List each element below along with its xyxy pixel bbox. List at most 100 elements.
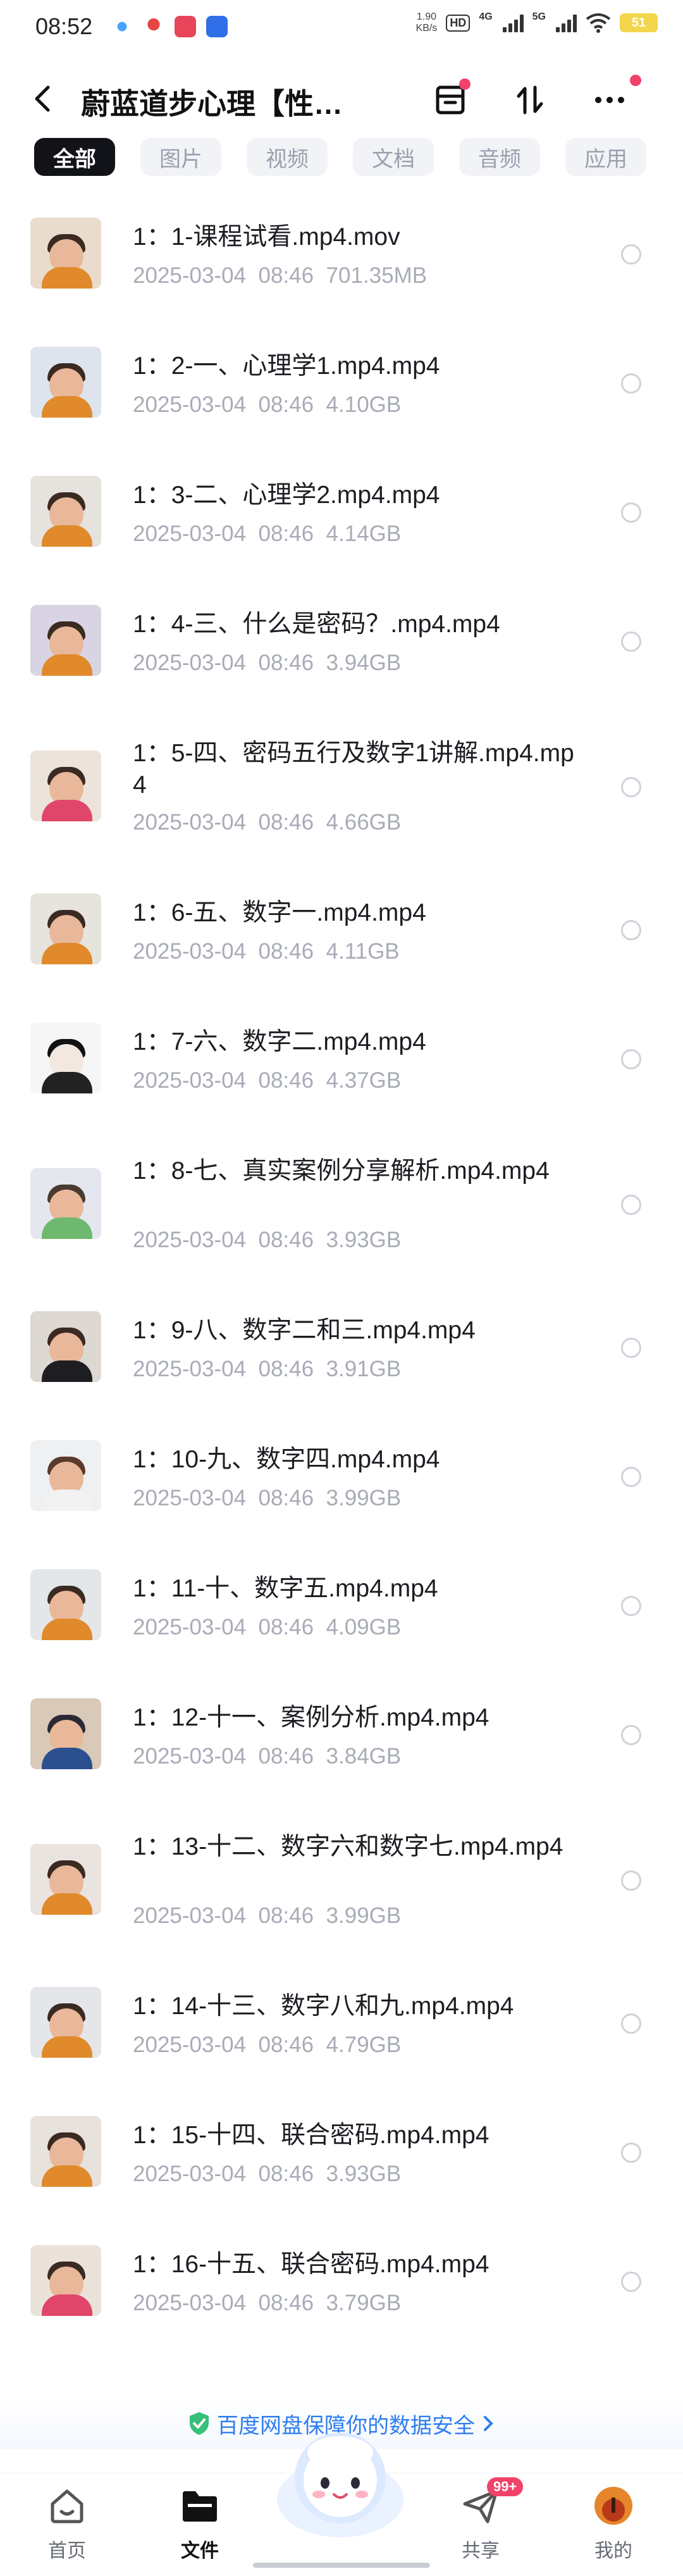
file-name: 1：9-八、数字二和三.mp4.mp4 xyxy=(133,1317,476,1344)
app-notify-red-icon xyxy=(175,16,197,37)
nav-share-label: 共享 xyxy=(462,2541,500,2561)
file-name: 1：3-二、心理学2.mp4.mp4 xyxy=(133,482,440,509)
file-meta: 2025-03-04 08:46 3.79GB xyxy=(133,2291,402,2315)
nav-mine[interactable]: 我的 xyxy=(569,2485,658,2563)
nav-mine-label: 我的 xyxy=(594,2541,632,2561)
assistant-mascot-icon[interactable] xyxy=(272,2417,409,2544)
file-meta: 2025-03-04 08:46 3.99GB xyxy=(133,1903,402,1928)
file-meta: 2025-03-04 08:46 4.66GB xyxy=(133,810,402,835)
network-speed: 1.90 KB/s xyxy=(415,11,438,34)
list-item[interactable]: 1：10-九、数字四.mp4.mp4 2025-03-04 08:46 3.99… xyxy=(0,1425,683,1539)
file-meta: 2025-03-04 08:46 4.37GB xyxy=(133,1068,402,1093)
list-item[interactable]: 1：7-六、数字二.mp4.mp4 2025-03-04 08:46 4.37G… xyxy=(0,1007,683,1121)
file-name: 1：10-九、数字四.mp4.mp4 xyxy=(133,1446,440,1473)
video-thumbnail xyxy=(30,1023,101,1093)
tab-videos[interactable]: 视频 xyxy=(247,138,328,176)
file-meta: 2025-03-04 08:46 701.35MB xyxy=(133,263,428,288)
select-checkbox[interactable] xyxy=(621,2013,641,2034)
battery-icon: 51 xyxy=(620,13,658,32)
file-name: 1：8-七、真实案例分享解析.mp4.mp4 xyxy=(133,1157,550,1185)
list-item[interactable]: 1：12-十一、案例分析.mp4.mp4 2025-03-04 08:46 3.… xyxy=(0,1683,683,1797)
list-item[interactable]: 1：16-十五、联合密码.mp4.mp4 2025-03-04 08:46 3.… xyxy=(0,2230,683,2344)
list-item[interactable]: 1：15-十四、联合密码.mp4.mp4 2025-03-04 08:46 3.… xyxy=(0,2101,683,2215)
list-item[interactable]: 1：6-五、数字一.mp4.mp4 2025-03-04 08:46 4.11G… xyxy=(0,878,683,992)
nav-files-label: 文件 xyxy=(181,2541,219,2561)
cell-signal-2-icon xyxy=(556,13,577,32)
select-checkbox[interactable] xyxy=(621,373,641,394)
select-checkbox[interactable] xyxy=(621,2143,641,2163)
list-item[interactable]: 1：8-七、真实案例分享解析.mp4.mp4 2025-03-04 08:46 … xyxy=(0,1136,683,1281)
sig2-label: 5G xyxy=(532,11,546,22)
tab-images[interactable]: 图片 xyxy=(140,138,221,176)
file-name: 1：5-四、密码五行及数字1讲解.mp4.mp4 xyxy=(133,740,574,799)
select-checkbox[interactable] xyxy=(621,920,641,940)
list-item[interactable]: 1：3-二、心理学2.mp4.mp4 2025-03-04 08:46 4.14… xyxy=(0,461,683,575)
file-type-tabs: 全部 图片 视频 文档 音频 应用 xyxy=(0,135,683,178)
list-item[interactable]: 1：14-十三、数字八和九.mp4.mp4 2025-03-04 08:46 4… xyxy=(0,1972,683,2086)
more-menu-button[interactable] xyxy=(587,75,641,123)
select-checkbox[interactable] xyxy=(621,1467,641,1487)
video-thumbnail xyxy=(30,476,101,547)
file-name: 1：13-十二、数字六和数字七.mp4.mp4 xyxy=(133,1833,563,1860)
file-meta: 2025-03-04 08:46 3.84GB xyxy=(133,1744,402,1769)
select-checkbox[interactable] xyxy=(621,1725,641,1745)
transfer-red-dot xyxy=(459,78,471,90)
video-thumbnail xyxy=(30,2245,101,2316)
chevron-right-icon xyxy=(484,2416,493,2431)
list-item[interactable]: 1：1-课程试看.mp4.mov 2025-03-04 08:46 701.35… xyxy=(0,202,683,316)
home-indicator xyxy=(253,2563,430,2568)
tab-documents[interactable]: 文档 xyxy=(353,138,434,176)
hd-voice-icon: HD xyxy=(446,14,471,32)
file-name: 1：6-五、数字一.mp4.mp4 xyxy=(133,899,426,926)
sort-arrows-icon xyxy=(517,85,543,115)
list-item[interactable]: 1：5-四、密码五行及数字1讲解.mp4.mp4 2025-03-04 08:4… xyxy=(0,719,683,863)
page-title: 蔚蓝道步心理【性… xyxy=(81,87,343,120)
shield-check-icon xyxy=(190,2412,209,2435)
video-thumbnail xyxy=(30,1844,101,1915)
select-checkbox[interactable] xyxy=(621,1870,641,1891)
select-checkbox[interactable] xyxy=(621,1596,641,1616)
file-name: 1：12-十一、案例分析.mp4.mp4 xyxy=(133,1704,489,1731)
select-checkbox[interactable] xyxy=(621,502,641,523)
nav-home-label: 首页 xyxy=(48,2541,86,2561)
list-item[interactable]: 1：2-一、心理学1.mp4.mp4 2025-03-04 08:46 4.10… xyxy=(0,332,683,445)
file-meta: 2025-03-04 08:46 4.10GB xyxy=(133,392,402,417)
home-icon xyxy=(51,2489,83,2523)
app-header: 蔚蓝道步心理【性… xyxy=(0,63,683,134)
nav-files[interactable]: 文件 xyxy=(156,2485,244,2563)
file-meta: 2025-03-04 08:46 3.93GB xyxy=(133,2162,402,2186)
tab-apps[interactable]: 应用 xyxy=(565,138,646,176)
baidu-netdisk-notify-icon xyxy=(111,16,133,37)
list-item[interactable]: 1：4-三、什么是密码？.mp4.mp4 2025-03-04 08:46 3.… xyxy=(0,590,683,704)
video-thumbnail xyxy=(30,1311,101,1382)
back-arrow-icon[interactable] xyxy=(28,82,61,115)
cell-signal-icon xyxy=(502,13,524,32)
file-name: 1：2-一、心理学1.mp4.mp4 xyxy=(133,352,440,380)
list-item[interactable]: 1：11-十、数字五.mp4.mp4 2025-03-04 08:46 4.09… xyxy=(0,1554,683,1668)
tab-audio[interactable]: 音频 xyxy=(459,138,540,176)
file-meta: 2025-03-04 08:46 3.93GB xyxy=(133,1228,402,1252)
file-name: 1：1-课程试看.mp4.mov xyxy=(133,223,400,251)
file-name: 1：4-三、什么是密码？.mp4.mp4 xyxy=(133,611,500,638)
file-meta: 2025-03-04 08:46 3.94GB xyxy=(133,650,402,675)
notification-icons xyxy=(111,16,228,37)
sort-button[interactable] xyxy=(507,77,553,123)
select-checkbox[interactable] xyxy=(621,632,641,652)
select-checkbox[interactable] xyxy=(621,777,641,797)
video-thumbnail xyxy=(30,218,101,289)
select-checkbox[interactable] xyxy=(621,1195,641,1215)
list-item[interactable]: 1：9-八、数字二和三.mp4.mp4 2025-03-04 08:46 3.9… xyxy=(0,1296,683,1410)
select-checkbox[interactable] xyxy=(621,2272,641,2292)
file-name: 1：7-六、数字二.mp4.mp4 xyxy=(133,1028,426,1055)
list-item[interactable]: 1：13-十二、数字六和数字七.mp4.mp4 2025-03-04 08:46… xyxy=(0,1812,683,1957)
nav-home[interactable]: 首页 xyxy=(23,2485,111,2563)
file-meta: 2025-03-04 08:46 4.79GB xyxy=(133,2032,402,2057)
select-checkbox[interactable] xyxy=(621,1049,641,1069)
select-checkbox[interactable] xyxy=(621,1338,641,1358)
file-meta: 2025-03-04 08:46 4.09GB xyxy=(133,1615,402,1640)
tab-all[interactable]: 全部 xyxy=(34,138,115,176)
video-thumbnail xyxy=(30,1698,101,1769)
select-checkbox[interactable] xyxy=(621,244,641,264)
nav-share[interactable]: 99+ 共享 xyxy=(436,2477,525,2563)
transfer-list-button[interactable] xyxy=(428,77,473,123)
